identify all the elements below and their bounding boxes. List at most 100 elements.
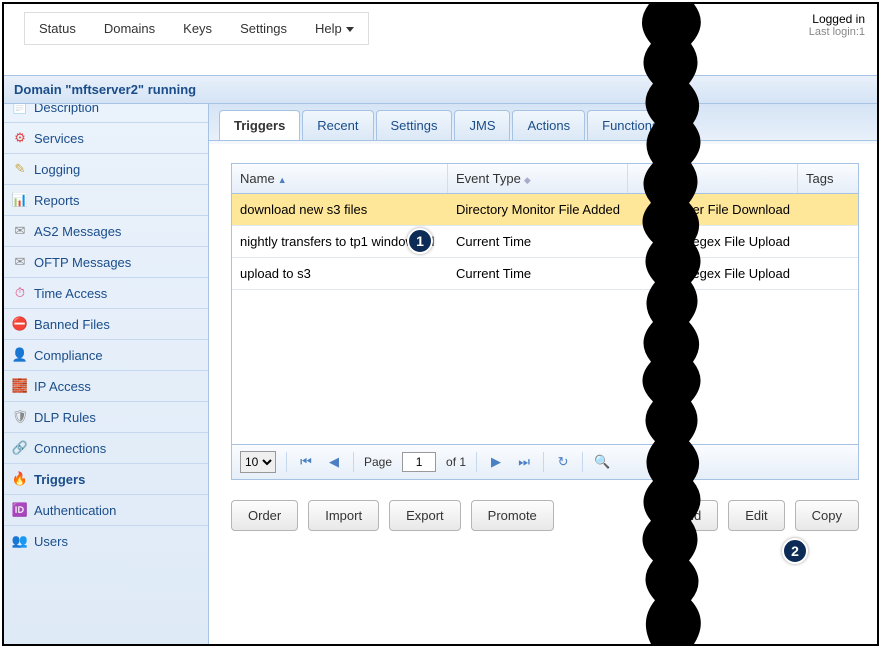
- cell-name: download new s3 files: [232, 196, 448, 223]
- tab-functions[interactable]: Functions: [587, 110, 673, 140]
- cell-mid: Regex File Upload: [628, 260, 798, 287]
- tab-recent[interactable]: Recent: [302, 110, 373, 140]
- sidebar-item-label: Authentication: [34, 503, 116, 518]
- sidebar-item-label: Services: [34, 131, 84, 146]
- login-info: Logged in Last login:1: [809, 12, 865, 38]
- sidebar-item-label: OFTP Messages: [34, 255, 131, 270]
- sidebar-item-label: Users: [34, 534, 68, 549]
- connections-icon: 🔗: [12, 440, 28, 456]
- nav-help[interactable]: Help: [301, 13, 368, 44]
- export-button[interactable]: Export: [389, 500, 461, 531]
- sidebar-item-time-access[interactable]: ⏱ Time Access: [4, 277, 208, 308]
- caret-down-icon: [346, 27, 354, 32]
- sidebar-item-dlp-rules[interactable]: 🛡 DLP Rules: [4, 401, 208, 432]
- last-login-label: Last login:1: [809, 26, 865, 38]
- cell-event-type: Directory Monitor File Added: [448, 196, 628, 223]
- users-icon: 👥: [12, 533, 28, 549]
- pager-refresh-icon[interactable]: ↻: [554, 453, 572, 471]
- sidebar-item-label: Time Access: [34, 286, 107, 301]
- cell-tags: [798, 204, 858, 216]
- reports-icon: 📊: [12, 192, 28, 208]
- table-row[interactable]: download new s3 filesDirectory Monitor F…: [232, 194, 858, 226]
- sidebar-item-oftp-messages[interactable]: ✉ OFTP Messages: [4, 246, 208, 277]
- sidebar-item-logging[interactable]: ✎Logging: [4, 153, 208, 184]
- banned-files-icon: ⛔: [12, 316, 28, 332]
- top-nav: Status Domains Keys Settings Help: [24, 12, 369, 45]
- sidebar: 📄 Description ⚙ Services ✎Logging 📊 Reports ✉…: [4, 104, 209, 644]
- services-icon: ⚙: [12, 130, 28, 146]
- tab-actions[interactable]: Actions: [512, 110, 585, 140]
- time-access-icon: ⏱: [12, 285, 28, 301]
- col-header-name[interactable]: Name▲: [232, 164, 448, 193]
- action-row: Order Import Export Promote Add Edit Cop…: [209, 490, 877, 531]
- main-panel: Triggers Recent Settings JMS Actions Fun…: [209, 104, 877, 644]
- pager: 10 ⏮ ◀ Page of 1 ▶ ⏭ ↻ 🔍: [232, 444, 858, 479]
- cell-mid: er File Download: [628, 196, 798, 223]
- sidebar-item-triggers[interactable]: 🔥 Triggers: [4, 463, 208, 494]
- description-icon: 📄: [12, 104, 28, 115]
- tab-jms[interactable]: JMS: [454, 110, 510, 140]
- sidebar-item-users[interactable]: 👥 Users: [4, 525, 208, 556]
- sort-asc-icon: ▲: [278, 175, 287, 185]
- import-button[interactable]: Import: [308, 500, 379, 531]
- sidebar-item-label: AS2 Messages: [34, 224, 121, 239]
- cell-event-type: Current Time: [448, 260, 628, 287]
- edit-button[interactable]: Edit: [728, 500, 784, 531]
- sidebar-item-as2-messages[interactable]: ✉ AS2 Messages: [4, 215, 208, 246]
- compliance-icon: 👤: [12, 347, 28, 363]
- pager-first-icon[interactable]: ⏮: [297, 453, 315, 471]
- add-button[interactable]: Add: [661, 500, 718, 531]
- col-header-blank: [628, 164, 798, 193]
- sidebar-item-banned-files[interactable]: ⛔ Banned Files: [4, 308, 208, 339]
- pager-last-icon[interactable]: ⏭: [515, 453, 533, 471]
- sidebar-item-services[interactable]: ⚙ Services: [4, 122, 208, 153]
- sidebar-item-compliance[interactable]: 👤 Compliance: [4, 339, 208, 370]
- oftp-messages-icon: ✉: [12, 254, 28, 270]
- triggers-icon: 🔥: [12, 471, 28, 487]
- sidebar-item-label: DLP Rules: [34, 410, 96, 425]
- nav-keys[interactable]: Keys: [169, 13, 226, 44]
- cell-mid: Regex File Upload: [628, 228, 798, 255]
- sort-icon: ◆: [524, 175, 531, 185]
- pager-search-icon[interactable]: 🔍: [593, 453, 611, 471]
- triggers-grid: Name▲ Event Type◆ Tags download new s3 f…: [231, 163, 859, 480]
- dlp-rules-icon: 🛡: [12, 409, 28, 425]
- nav-settings[interactable]: Settings: [226, 13, 301, 44]
- nav-domains[interactable]: Domains: [90, 13, 169, 44]
- sidebar-item-label: Compliance: [34, 348, 103, 363]
- as2-messages-icon: ✉: [12, 223, 28, 239]
- table-row[interactable]: nightly transfers to tp1 windows filCurr…: [232, 226, 858, 258]
- col-header-tags[interactable]: Tags: [798, 164, 858, 193]
- order-button[interactable]: Order: [231, 500, 298, 531]
- callout-1: 1: [407, 228, 433, 254]
- callout-2: 2: [782, 538, 808, 564]
- sidebar-item-description[interactable]: 📄 Description: [4, 104, 208, 122]
- copy-button[interactable]: Copy: [795, 500, 859, 531]
- nav-status[interactable]: Status: [25, 13, 90, 44]
- domain-status-bar: Domain "mftserver2" running: [4, 75, 877, 104]
- pager-prev-icon[interactable]: ◀: [325, 453, 343, 471]
- cell-event-type: Current Time: [448, 228, 628, 255]
- sidebar-item-reports[interactable]: 📊 Reports: [4, 184, 208, 215]
- tab-triggers[interactable]: Triggers: [219, 110, 300, 140]
- sidebar-item-authentication[interactable]: 🆔 Authentication: [4, 494, 208, 525]
- sidebar-item-label: Reports: [34, 193, 80, 208]
- pager-next-icon[interactable]: ▶: [487, 453, 505, 471]
- tab-settings[interactable]: Settings: [376, 110, 453, 140]
- table-row[interactable]: upload to s3Current TimeRegex File Uploa…: [232, 258, 858, 290]
- sidebar-item-label: Triggers: [34, 472, 85, 487]
- promote-button[interactable]: Promote: [471, 500, 554, 531]
- page-size-select[interactable]: 10: [240, 451, 276, 473]
- page-label: Page: [364, 455, 392, 469]
- logging-icon: ✎: [12, 161, 28, 177]
- authentication-icon: 🆔: [12, 502, 28, 518]
- col-header-event-type[interactable]: Event Type◆: [448, 164, 628, 193]
- grid-header: Name▲ Event Type◆ Tags: [232, 164, 858, 194]
- page-of-label: of 1: [446, 455, 466, 469]
- page-number-input[interactable]: [402, 452, 436, 472]
- sidebar-item-connections[interactable]: 🔗Connections: [4, 432, 208, 463]
- sidebar-item-label: Banned Files: [34, 317, 110, 332]
- sidebar-item-label: IP Access: [34, 379, 91, 394]
- sidebar-item-ip-access[interactable]: 🧱IP Access: [4, 370, 208, 401]
- cell-name: upload to s3: [232, 260, 448, 287]
